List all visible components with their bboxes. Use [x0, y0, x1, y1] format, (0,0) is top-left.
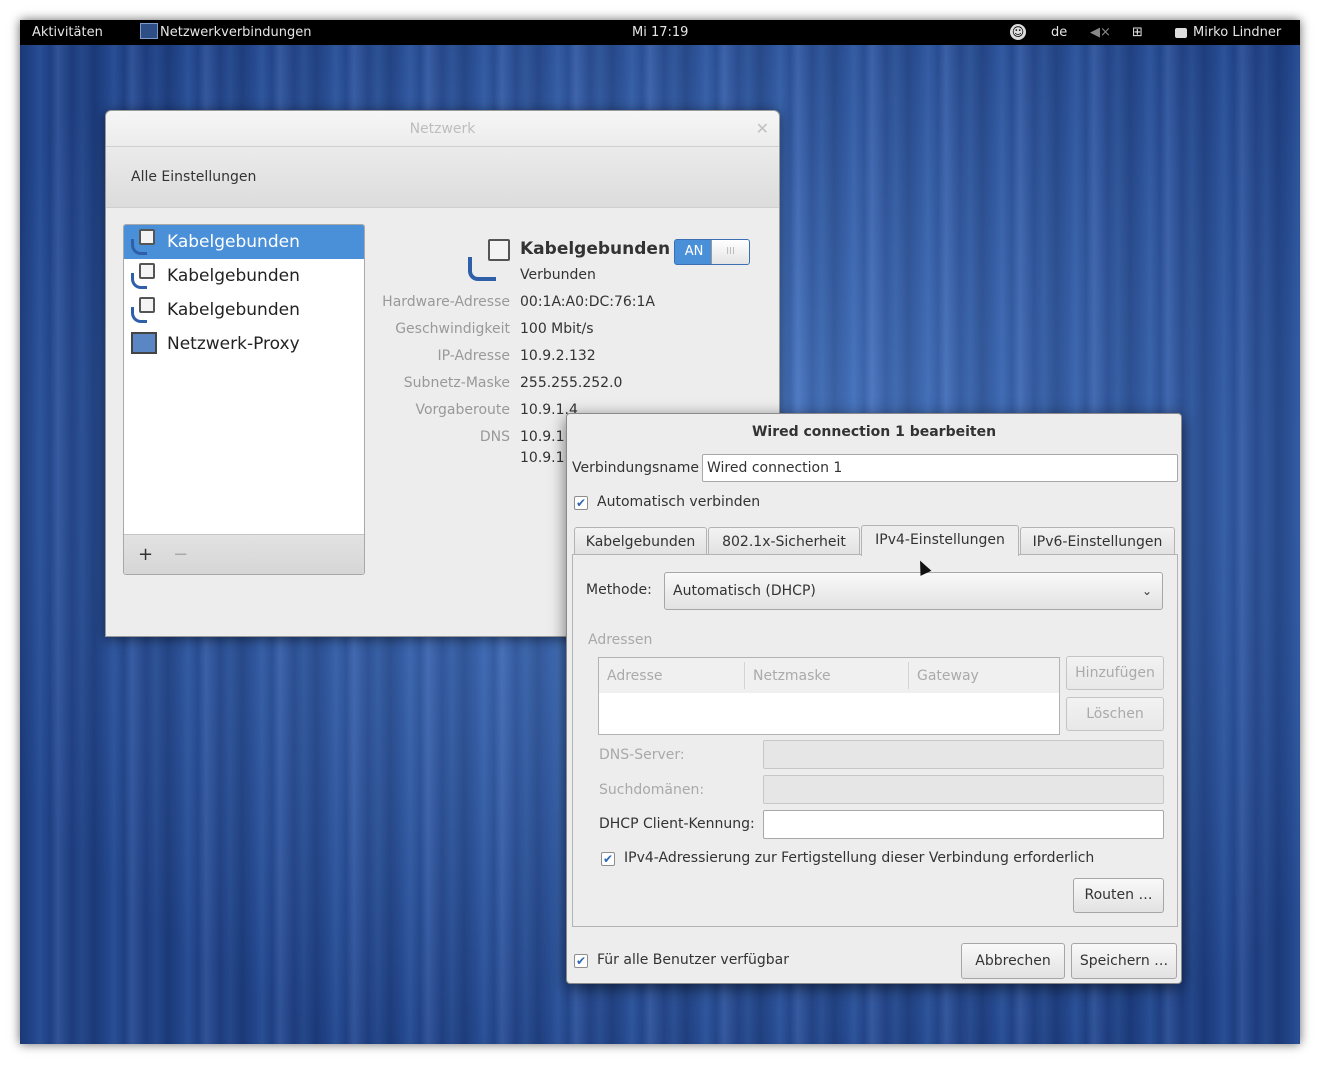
device-list-footer: + −: [124, 534, 364, 574]
dhcp-client-id-field[interactable]: [763, 810, 1164, 839]
property-key: DNS: [479, 429, 510, 445]
device-label: Netzwerk-Proxy: [167, 334, 300, 354]
wired-network-icon: [129, 261, 159, 291]
switch-on-label: AN: [684, 244, 704, 259]
wired-network-icon: [129, 227, 159, 257]
property-key: IP-Adresse: [437, 348, 511, 364]
property-value: 10.9.1: [520, 450, 565, 466]
connection-name-label: Verbindungsname: [572, 460, 700, 476]
chevron-down-icon: ⌄: [1141, 584, 1152, 598]
addresses-label: Adressen: [588, 632, 653, 648]
chat-bubble-icon: [1175, 27, 1187, 38]
property-value: 255.255.252.0: [520, 375, 623, 391]
add-address-button[interactable]: Hinzufügen: [1066, 656, 1164, 690]
app-menu[interactable]: Netzwerkverbindungen: [140, 22, 312, 40]
device-item-wired-3[interactable]: Kabelgebunden: [124, 293, 364, 327]
property-value: 10.9.2.132: [520, 348, 596, 364]
network-connections-icon: [140, 22, 158, 39]
device-item-proxy[interactable]: Netzwerk-Proxy: [124, 327, 364, 361]
property-key: Subnetz-Maske: [403, 375, 510, 391]
property-key: Vorgaberoute: [415, 402, 510, 418]
ipv4-settings-panel: Methode: Automatisch (DHCP) ⌄ Adressen A…: [572, 554, 1178, 927]
dhcp-client-id-label: DHCP Client-Kennung:: [599, 816, 755, 832]
property-key: Geschwindigkeit: [395, 321, 510, 337]
search-domains-field[interactable]: [763, 775, 1164, 804]
network-status-icon[interactable]: ⊞: [1132, 25, 1143, 40]
cancel-button[interactable]: Abbrechen: [961, 943, 1065, 979]
method-label: Methode:: [586, 582, 652, 598]
network-proxy-icon: [129, 329, 159, 359]
device-label: Kabelgebunden: [167, 300, 300, 320]
device-label: Kabelgebunden: [167, 266, 300, 286]
accessibility-icon[interactable]: ☺: [1010, 24, 1026, 40]
all-users-checkbox[interactable]: ✔: [574, 954, 588, 968]
network-window-title: Netzwerk: [409, 121, 476, 137]
autoconnect-label: Automatisch verbinden: [597, 494, 761, 510]
tab-wired[interactable]: Kabelgebunden: [574, 527, 707, 555]
device-item-wired-2[interactable]: Kabelgebunden: [124, 259, 364, 293]
connection-name-field[interactable]: Wired connection 1: [702, 454, 1178, 482]
method-value: Automatisch (DHCP): [673, 583, 816, 599]
device-power-switch[interactable]: AN III: [674, 239, 750, 265]
device-status: Verbunden: [520, 267, 596, 283]
network-window-titlebar[interactable]: Netzwerk ✕: [106, 111, 779, 147]
settings-tabs: Kabelgebunden 802.1x-Sicherheit IPv4-Ein…: [573, 525, 1177, 556]
autoconnect-checkbox[interactable]: ✔: [574, 496, 588, 510]
switch-knob[interactable]: III: [711, 240, 749, 264]
close-icon[interactable]: ✕: [756, 111, 769, 147]
method-dropdown[interactable]: Automatisch (DHCP) ⌄: [664, 572, 1163, 610]
property-value: 10.9.1: [520, 429, 565, 445]
routes-button[interactable]: Routen …: [1073, 878, 1164, 913]
column-header-netmask[interactable]: Netzmaske: [745, 662, 909, 689]
activities-button[interactable]: Aktivitäten: [32, 25, 103, 40]
tab-ipv4-settings[interactable]: IPv4-Einstellungen: [861, 525, 1019, 556]
property-value: 00:1A:A0:DC:76:1A: [520, 294, 655, 310]
device-label: Kabelgebunden: [167, 232, 300, 252]
add-device-button[interactable]: +: [138, 544, 153, 565]
keyboard-language-indicator[interactable]: de: [1051, 25, 1067, 40]
desktop: Aktivitäten Netzwerkverbindungen Mi 17:1…: [20, 20, 1300, 1044]
settings-toolbar: Alle Einstellungen: [106, 147, 779, 208]
wired-network-locked-icon: [129, 295, 159, 325]
top-bar: Aktivitäten Netzwerkverbindungen Mi 17:1…: [20, 20, 1300, 45]
table-header: Adresse Netzmaske Gateway: [599, 658, 1059, 693]
ipv4-required-label: IPv4-Adressierung zur Fertigstellung die…: [624, 850, 1095, 866]
tab-ipv6-settings[interactable]: IPv6-Einstellungen: [1020, 527, 1175, 555]
edit-connection-dialog: Wired connection 1 bearbeiten Verbindung…: [566, 413, 1182, 984]
property-row: IP-Adresse 10.9.2.132: [382, 348, 772, 368]
property-row: Geschwindigkeit 100 Mbit/s: [382, 321, 772, 341]
remove-device-button[interactable]: −: [173, 544, 188, 565]
column-header-address[interactable]: Adresse: [599, 662, 745, 689]
search-domains-label: Suchdomänen:: [599, 782, 705, 798]
user-menu[interactable]: Mirko Lindner: [1175, 25, 1281, 40]
dns-server-label: DNS-Server:: [599, 747, 685, 763]
addresses-table[interactable]: Adresse Netzmaske Gateway: [598, 657, 1060, 735]
ipv4-required-checkbox[interactable]: ✔: [601, 852, 615, 866]
clock[interactable]: Mi 17:19: [632, 25, 688, 40]
volume-muted-icon[interactable]: ◀×: [1090, 25, 1111, 40]
wired-network-icon: [464, 239, 514, 287]
device-item-wired-1[interactable]: Kabelgebunden: [124, 225, 364, 259]
device-list: Kabelgebunden Kabelgebunden Kabelgebunde…: [123, 224, 365, 575]
property-key: Hardware-Adresse: [382, 294, 510, 310]
device-name: Kabelgebunden: [520, 239, 671, 259]
dialog-title: Wired connection 1 bearbeiten: [751, 424, 997, 440]
property-row: Subnetz-Maske 255.255.252.0: [382, 375, 772, 395]
property-row: Hardware-Adresse 00:1A:A0:DC:76:1A: [382, 294, 772, 314]
tab-8021x-security[interactable]: 802.1x-Sicherheit: [708, 527, 860, 555]
user-name: Mirko Lindner: [1193, 25, 1282, 40]
delete-address-button[interactable]: Löschen: [1066, 697, 1164, 731]
all-settings-button[interactable]: Alle Einstellungen: [131, 169, 256, 185]
property-value: 100 Mbit/s: [520, 321, 594, 337]
all-users-label: Für alle Benutzer verfügbar: [597, 952, 789, 968]
column-header-gateway[interactable]: Gateway: [909, 662, 1059, 689]
dns-server-field[interactable]: [763, 740, 1164, 769]
app-menu-label: Netzwerkverbindungen: [160, 25, 312, 40]
save-button[interactable]: Speichern …: [1071, 943, 1177, 979]
